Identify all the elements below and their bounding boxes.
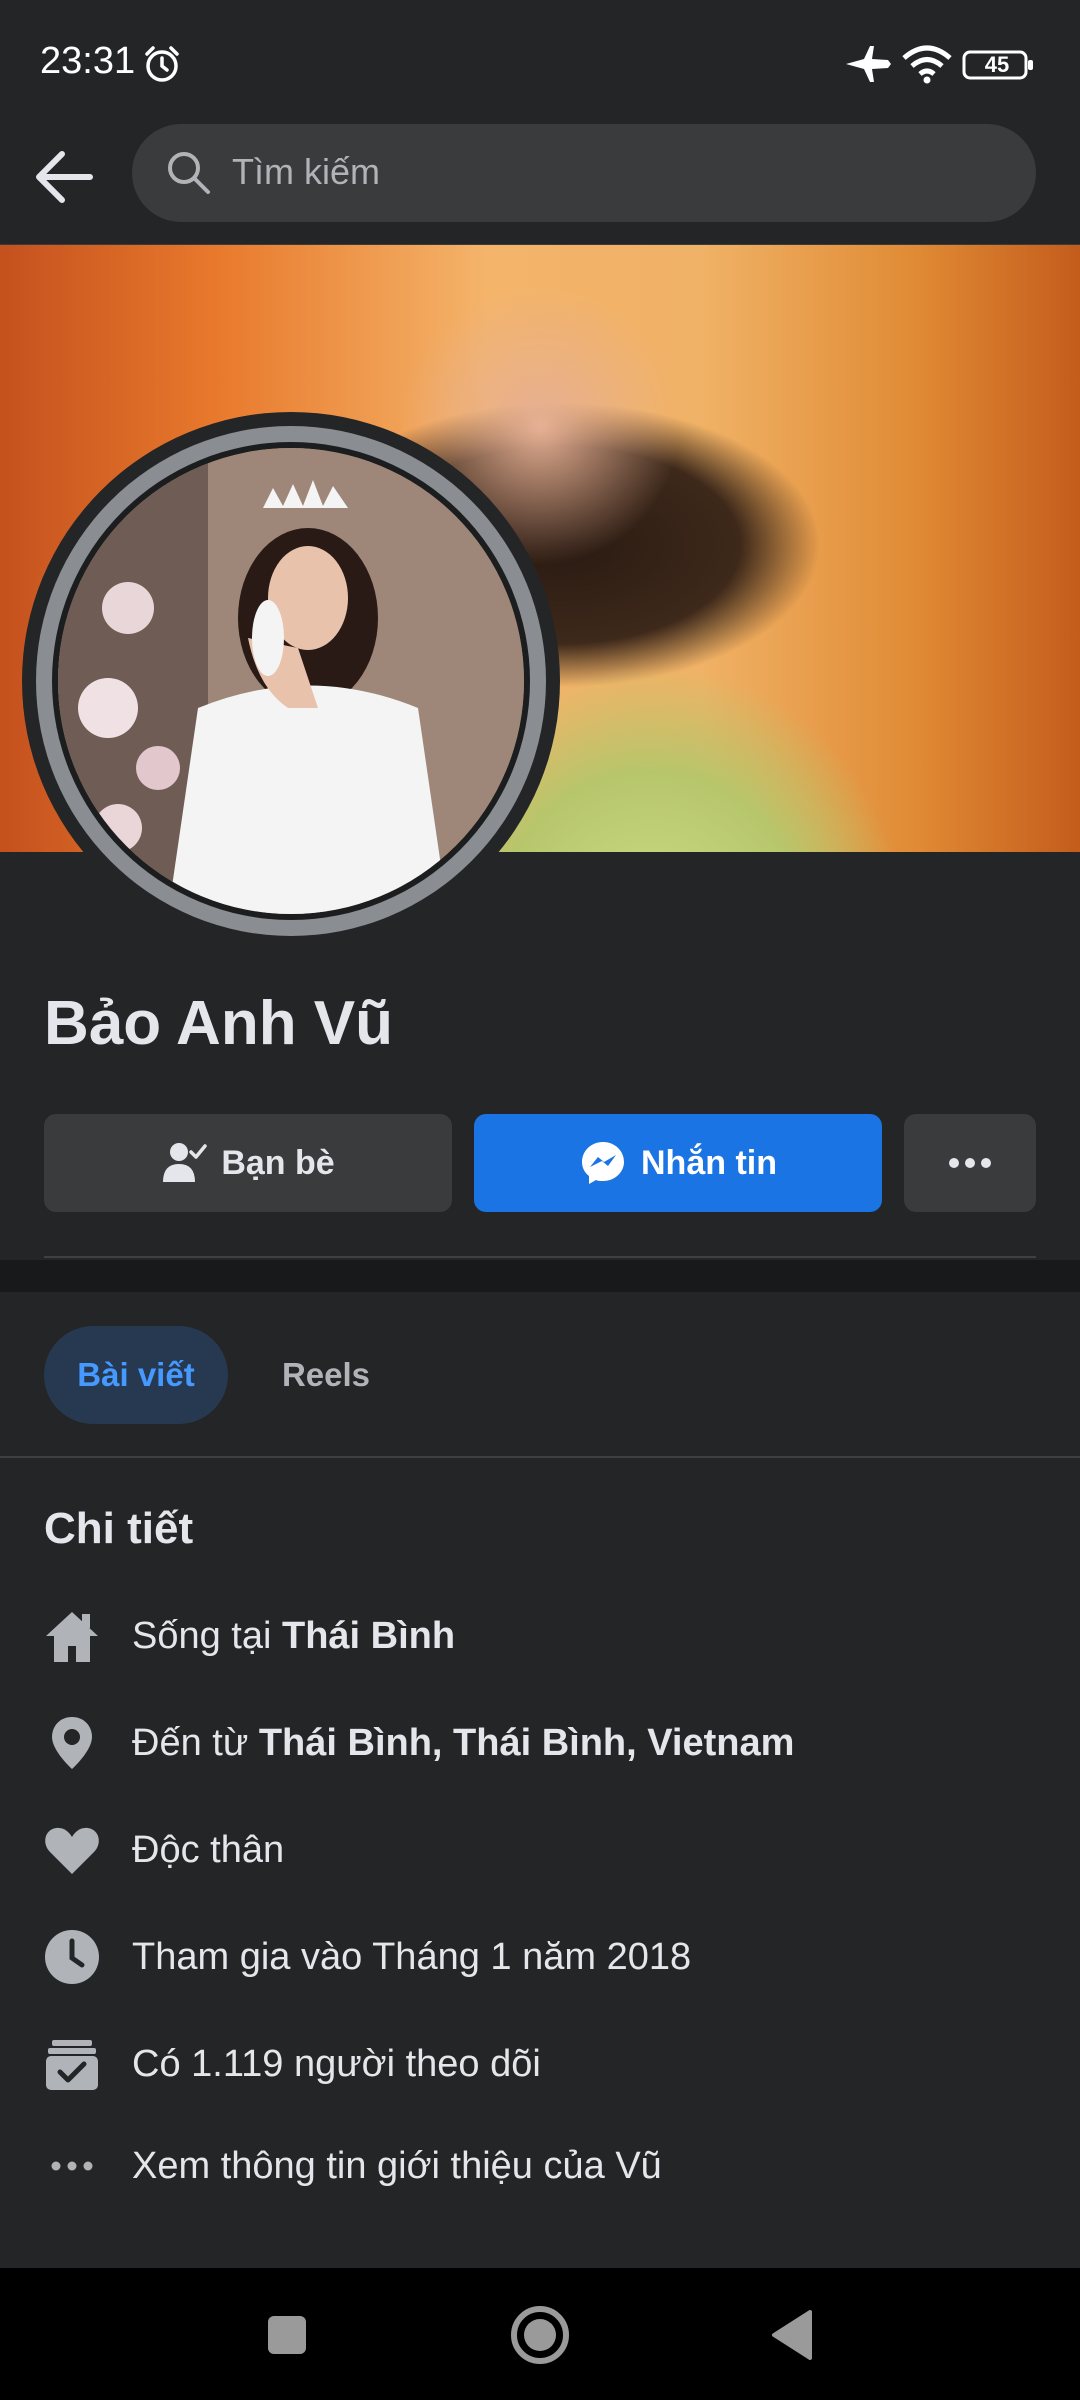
heart-icon [45,1827,99,1874]
friends-label: Bạn bè [221,1143,335,1182]
from-value[interactable]: Thái Bình, Thái Bình, Vietnam [259,1722,795,1764]
messenger-icon [582,1142,624,1184]
battery-level: 45 [984,52,1010,77]
location-pin-icon [52,1717,92,1769]
back-nav-icon[interactable] [758,2300,828,2370]
relationship-text: Độc thân [132,1829,285,1871]
detail-from: Đến từ Thái Bình, Thái Bình, Vietnam [0,1703,1080,1783]
home-icon [46,1612,98,1662]
search-placeholder: Tìm kiếm [232,151,380,192]
wifi-icon [902,45,952,84]
ellipsis-icon [51,2161,93,2171]
friends-button[interactable]: Bạn bè [44,1114,452,1212]
details-heading: Chi tiết [44,1504,194,1553]
detail-relationship: Độc thân [0,1810,1080,1890]
see-about-link[interactable]: Xem thông tin giới thiệu của Vũ [0,2126,1080,2206]
inbox-check-icon [46,2040,98,2090]
home-nav-icon[interactable] [505,2300,575,2370]
avatar[interactable] [58,448,524,914]
message-label: Nhắn tin [641,1143,777,1182]
ellipsis-icon [949,1158,991,1168]
detail-joined: Tham gia vào Tháng 1 năm 2018 [0,1917,1080,1997]
followers-text[interactable]: Có 1.119 người theo dõi [132,2036,541,2092]
more-button[interactable] [904,1114,1036,1212]
alarm-icon [145,46,179,82]
person-check-icon [163,1143,208,1182]
search-icon [168,152,210,194]
profile-name: Bảo Anh Vũ [44,989,394,1058]
detail-lives-in: Sống tại Thái Bình [0,1596,1080,1676]
airplane-icon [846,46,891,82]
message-button[interactable]: Nhắn tin [474,1114,882,1212]
joined-text: Tham gia vào Tháng 1 năm 2018 [132,1936,692,1978]
detail-followers: Có 1.119 người theo dõi [0,2024,1080,2104]
arrow-left-icon[interactable] [30,142,100,212]
status-time: 23:31 [40,40,136,82]
see-about-text[interactable]: Xem thông tin giới thiệu của Vũ [132,2138,662,2194]
recents-icon[interactable] [252,2300,322,2370]
lives-value[interactable]: Thái Bình [282,1615,455,1657]
section-separator [0,1260,1080,1292]
lives-prefix: Sống tại [132,1615,282,1657]
tabs-divider [0,1456,1080,1458]
from-prefix: Đến từ [132,1722,259,1764]
tab-posts[interactable]: Bài viết [44,1326,228,1424]
tab-reels[interactable]: Reels [256,1326,396,1424]
divider [44,1256,1036,1258]
clock-icon [45,1930,99,1984]
